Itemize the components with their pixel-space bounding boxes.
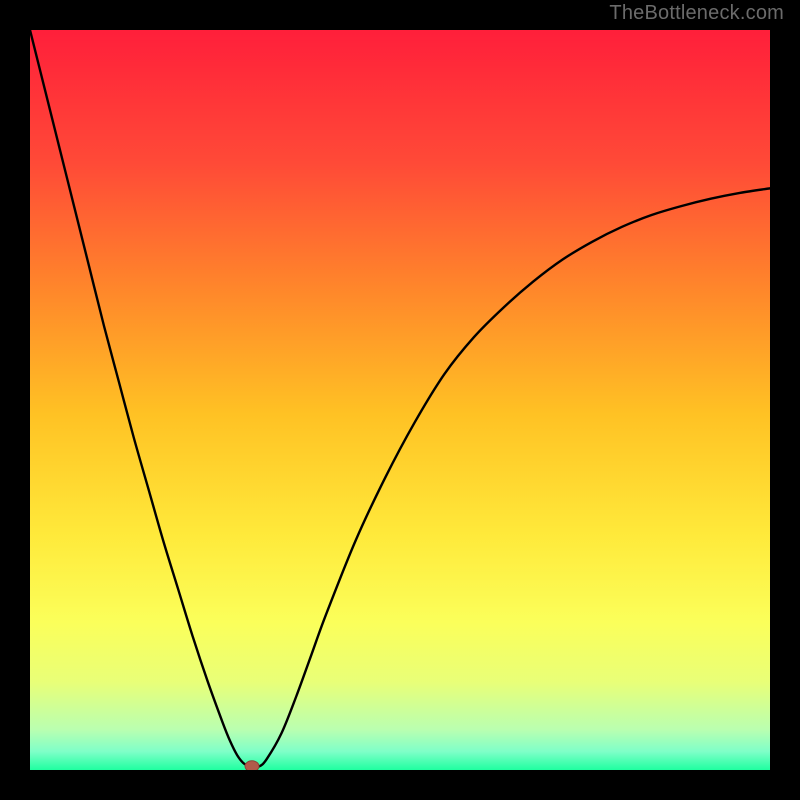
chart-container: TheBottleneck.com	[0, 0, 800, 800]
plot-svg	[30, 30, 770, 770]
plot-frame	[30, 30, 770, 770]
minimum-marker	[245, 761, 259, 770]
watermark-text: TheBottleneck.com	[609, 2, 784, 25]
bottleneck-curve	[30, 30, 770, 767]
